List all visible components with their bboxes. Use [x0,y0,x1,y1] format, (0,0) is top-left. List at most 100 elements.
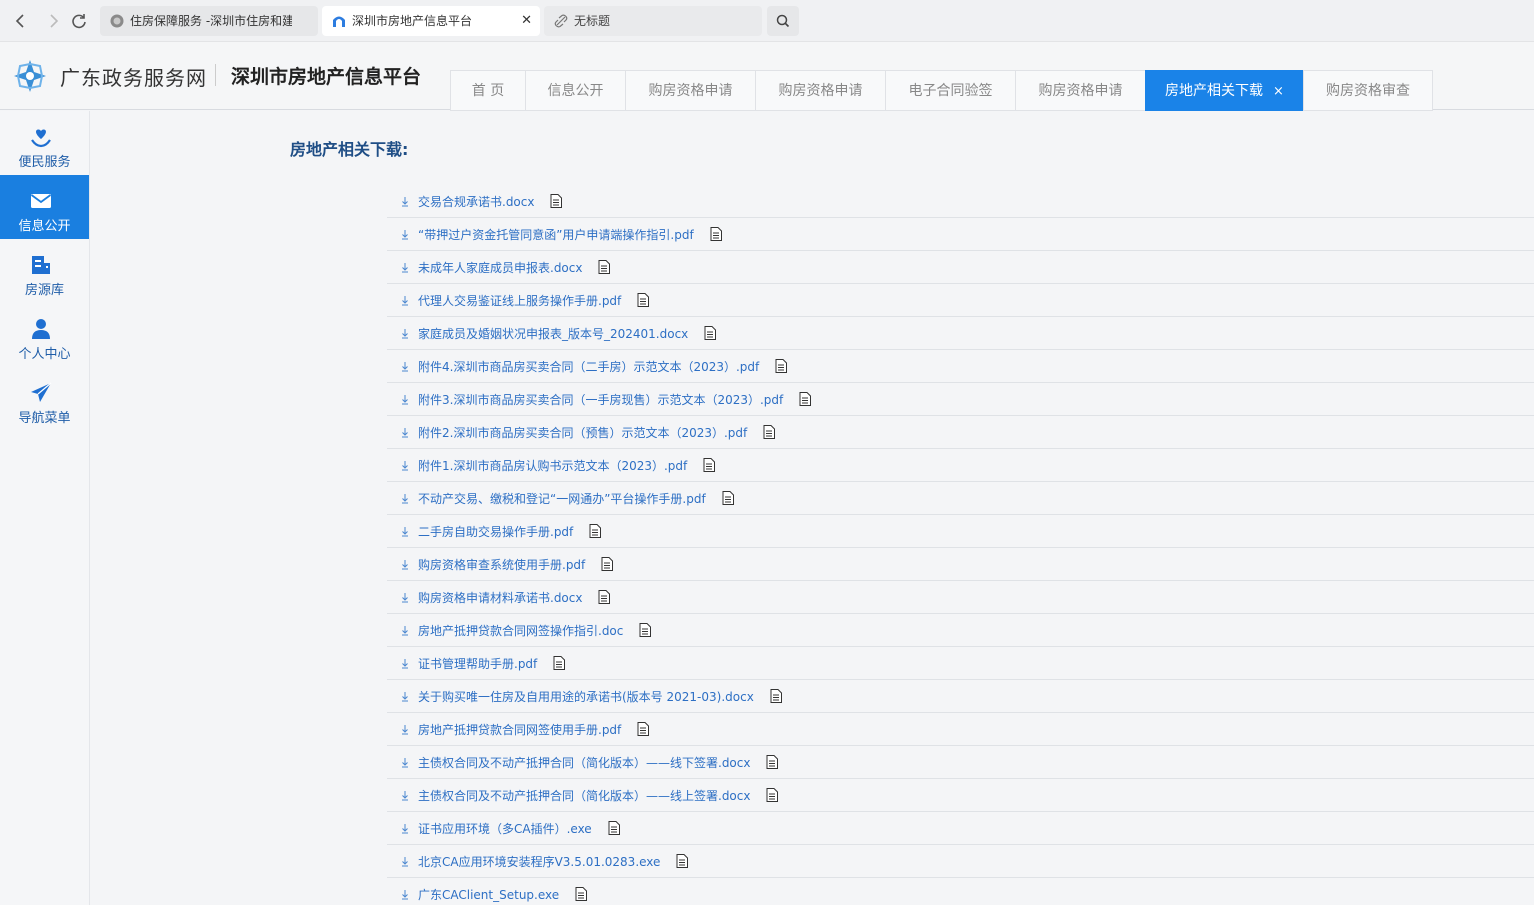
download-icon[interactable] [398,755,412,769]
document-icon[interactable] [676,854,689,868]
sidebar-item-nav-menu[interactable]: 导航菜单 [0,367,89,431]
file-link[interactable]: 附件3.深圳市商品房买卖合同（一手房现售）示范文本（2023）.pdf [418,391,783,408]
download-icon[interactable] [398,293,412,307]
browser-tab-platform[interactable]: 深圳市房地产信息平台 ✕ [322,6,540,36]
close-icon[interactable]: × [1273,72,1284,112]
file-link[interactable]: 交易合规承诺书.docx [418,193,534,210]
download-icon[interactable] [398,590,412,604]
browser-tab-untitled[interactable]: 无标题 [544,6,762,36]
file-link[interactable]: 附件4.深圳市商品房买卖合同（二手房）示范文本（2023）.pdf [418,358,759,375]
document-icon[interactable] [601,557,614,571]
document-icon[interactable] [589,524,602,538]
platform-title[interactable]: 深圳市房地产信息平台 [231,62,421,89]
tab-purchase-qualification-2[interactable]: 购房资格申请 [755,70,885,111]
download-icon[interactable] [398,623,412,637]
document-icon[interactable] [766,788,779,802]
document-icon[interactable] [550,194,563,208]
tab-info-public[interactable]: 信息公开 [525,70,625,111]
file-row: 附件1.深圳市商品房认购书示范文本（2023）.pdf [387,449,1534,482]
file-link[interactable]: 房地产抵押贷款合同网签操作指引.doc [418,622,623,639]
arch-icon [333,16,345,27]
sidebar-item-housing-stock[interactable]: 房源库 [0,239,89,303]
forward-icon[interactable] [42,10,64,32]
browser-tab-housing-service[interactable]: 住房保障服务 -深圳市住房和建设局 [100,6,318,36]
file-link[interactable]: 代理人交易鉴证线上服务操作手册.pdf [418,292,621,309]
download-icon[interactable] [398,359,412,373]
file-row: “带押过户资金托管同意函”用户申请端操作指引.pdf [387,218,1534,251]
tab-label: 购房资格申请 [778,83,863,99]
file-link[interactable]: 证书应用环境（多CA插件）.exe [418,820,592,837]
file-row: 购房资格审查系统使用手册.pdf [387,548,1534,581]
download-icon[interactable] [398,887,412,901]
tab-real-estate-downloads[interactable]: 房地产相关下载 × [1145,70,1303,111]
download-icon[interactable] [398,326,412,340]
tab-label: 购房资格申请 [1038,83,1123,99]
file-link[interactable]: 购房资格申请材料承诺书.docx [418,589,582,606]
file-link[interactable]: 家庭成员及婚姻状况申报表_版本号_202401.docx [418,325,688,342]
download-icon[interactable] [398,557,412,571]
file-link[interactable]: 北京CA应用环境安装程序V3.5.01.0283.exe [418,853,660,870]
tab-purchase-qualification-3[interactable]: 购房资格申请 [1015,70,1145,111]
download-icon[interactable] [398,524,412,538]
download-icon[interactable] [398,722,412,736]
close-tab-icon[interactable]: ✕ [521,6,532,36]
file-link[interactable]: 附件1.深圳市商品房认购书示范文本（2023）.pdf [418,457,687,474]
file-link[interactable]: 附件2.深圳市商品房买卖合同（预售）示范文本（2023）.pdf [418,424,747,441]
document-icon[interactable] [710,227,722,241]
document-icon[interactable] [598,260,611,274]
file-link[interactable]: 证书管理帮助手册.pdf [418,655,537,672]
file-link[interactable]: 不动产交易、缴税和登记“一网通办”平台操作手册.pdf [418,490,706,507]
sidebar-item-convenience[interactable]: 便民服务 [0,111,89,175]
main-nav-tabs: 首 页 信息公开 购房资格申请 购房资格申请 电子合同验签 购房资格申请 房地产… [450,70,1433,111]
document-icon[interactable] [637,722,650,736]
document-icon[interactable] [763,425,776,439]
document-icon[interactable] [722,491,734,505]
document-icon[interactable] [639,623,652,637]
back-icon[interactable] [10,10,32,32]
sidebar-item-info-public[interactable]: 信息公开 [0,175,89,239]
gov-service-name[interactable]: 广东政务服务网 [60,62,207,91]
document-icon[interactable] [553,656,566,670]
document-icon[interactable] [575,887,588,901]
download-icon[interactable] [398,392,412,406]
sidebar-item-label: 个人中心 [18,347,71,362]
tab-home[interactable]: 首 页 [450,70,525,111]
document-icon[interactable] [766,755,779,769]
download-icon[interactable] [398,689,412,703]
file-link[interactable]: 二手房自助交易操作手册.pdf [418,523,573,540]
tab-e-contract-verify[interactable]: 电子合同验签 [885,70,1015,111]
download-icon[interactable] [398,458,412,472]
download-icon[interactable] [398,821,412,835]
document-icon[interactable] [775,359,788,373]
file-link[interactable]: 关于购买唯一住房及自用用途的承诺书(版本号 2021-03).docx [418,688,754,705]
download-icon[interactable] [398,854,412,868]
file-link[interactable]: “带押过户资金托管同意函”用户申请端操作指引.pdf [418,226,694,243]
tab-purchase-review[interactable]: 购房资格审查 [1303,70,1433,111]
document-icon[interactable] [598,590,611,604]
file-link[interactable]: 主债权合同及不动产抵押合同（简化版本）——线上签署.docx [418,787,750,804]
file-link[interactable]: 房地产抵押贷款合同网签使用手册.pdf [418,721,621,738]
download-icon[interactable] [398,260,412,274]
download-icon[interactable] [398,491,412,505]
sidebar-item-personal-center[interactable]: 个人中心 [0,303,89,367]
download-icon[interactable] [398,227,412,241]
file-link[interactable]: 主债权合同及不动产抵押合同（简化版本）——线下签署.docx [418,754,750,771]
download-icon[interactable] [398,425,412,439]
download-icon[interactable] [398,656,412,670]
search-icon[interactable] [767,6,799,36]
document-icon[interactable] [770,689,782,703]
document-icon[interactable] [799,392,812,406]
download-icon[interactable] [398,194,412,208]
file-row: 不动产交易、缴税和登记“一网通办”平台操作手册.pdf [387,482,1534,515]
file-link[interactable]: 购房资格审查系统使用手册.pdf [418,556,585,573]
reload-icon[interactable] [68,10,90,32]
download-icon[interactable] [398,788,412,802]
document-icon[interactable] [703,458,716,472]
document-icon[interactable] [704,326,717,340]
file-link[interactable]: 未成年人家庭成员申报表.docx [418,259,582,276]
file-row: 代理人交易鉴证线上服务操作手册.pdf [387,284,1534,317]
file-link[interactable]: 广东CAClient_Setup.exe [418,886,559,903]
tab-purchase-qualification-1[interactable]: 购房资格申请 [625,70,755,111]
document-icon[interactable] [608,821,620,835]
document-icon[interactable] [637,293,650,307]
